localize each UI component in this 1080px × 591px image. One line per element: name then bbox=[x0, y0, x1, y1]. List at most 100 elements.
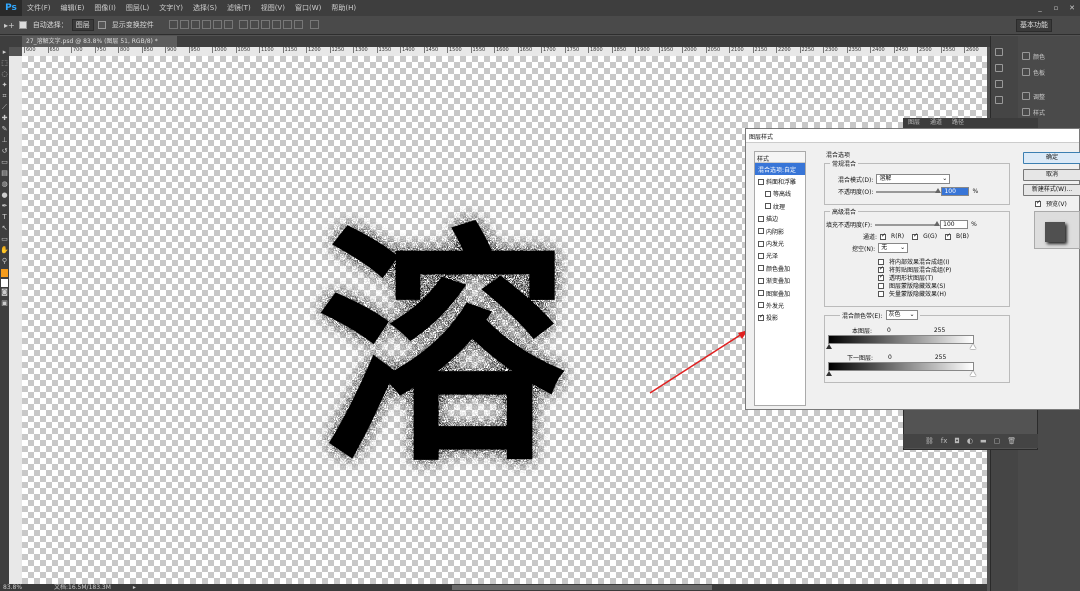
menu-layer[interactable]: 图层(L) bbox=[121, 3, 154, 13]
opacity-slider[interactable] bbox=[876, 187, 942, 193]
style-texture[interactable]: 纹理 bbox=[755, 200, 805, 212]
tab-channels[interactable]: 通道 bbox=[925, 118, 947, 128]
workspace-dropdown[interactable]: 基本功能 bbox=[1016, 19, 1052, 32]
restore-button[interactable]: ▫ bbox=[1048, 0, 1064, 16]
link-layers-icon[interactable]: ⛓ bbox=[925, 437, 934, 445]
eyedropper-icon[interactable]: ⟋ bbox=[0, 102, 9, 113]
style-inner-glow[interactable]: 内发光 bbox=[755, 237, 805, 249]
color-panel[interactable]: 颜色 bbox=[1018, 48, 1080, 64]
foreground-color-swatch[interactable] bbox=[1, 269, 8, 277]
channel-b-checkbox[interactable] bbox=[945, 232, 951, 240]
crop-tool-icon[interactable]: ⌗ bbox=[0, 91, 9, 102]
stroke-checkbox[interactable] bbox=[758, 215, 764, 222]
color-overlay-checkbox[interactable] bbox=[758, 265, 764, 272]
menu-select[interactable]: 选择(S) bbox=[188, 3, 222, 13]
blur-tool-icon[interactable]: ◍ bbox=[0, 179, 9, 190]
move-tool-icon[interactable]: ▸+ bbox=[4, 21, 15, 30]
menu-image[interactable]: 图像(I) bbox=[89, 3, 121, 13]
inner-glow-checkbox[interactable] bbox=[758, 240, 764, 247]
history-brush-icon[interactable]: ↺ bbox=[0, 146, 9, 157]
auto-align-icon[interactable] bbox=[309, 19, 319, 29]
style-drop-shadow[interactable]: 投影 bbox=[755, 312, 805, 324]
fill-opacity-input[interactable]: 100 bbox=[940, 220, 969, 229]
new-layer-icon[interactable]: ▢ bbox=[994, 437, 1001, 445]
this-layer-white-knob[interactable] bbox=[970, 344, 976, 349]
minimize-button[interactable]: _ bbox=[1032, 0, 1048, 16]
gradient-tool-icon[interactable]: ▤ bbox=[0, 168, 9, 179]
drop-shadow-checkbox[interactable] bbox=[758, 313, 764, 321]
character-panel-icon[interactable] bbox=[991, 76, 1018, 92]
new-style-button[interactable]: 新建样式(W)... bbox=[1023, 184, 1080, 196]
fill-opacity-slider-knob[interactable] bbox=[934, 220, 941, 226]
move-tool-icon[interactable]: ▸ bbox=[0, 47, 9, 58]
menu-help[interactable]: 帮助(H) bbox=[326, 3, 361, 13]
opacity-input[interactable]: 100 bbox=[941, 187, 970, 196]
texture-checkbox[interactable] bbox=[765, 203, 771, 210]
cancel-button[interactable]: 取消 bbox=[1023, 169, 1080, 181]
style-color-overlay[interactable]: 颜色叠加 bbox=[755, 262, 805, 274]
screen-mode-icon[interactable]: ▣ bbox=[0, 298, 9, 309]
ok-button[interactable]: 确定 bbox=[1023, 152, 1080, 164]
pattern-overlay-checkbox[interactable] bbox=[758, 290, 764, 297]
delete-layer-icon[interactable]: 🗑 bbox=[1007, 437, 1016, 445]
style-bevel-emboss[interactable]: 斜面和浮雕 bbox=[755, 175, 805, 187]
auto-select-dropdown[interactable]: 图层 bbox=[71, 19, 94, 31]
fill-opacity-slider[interactable] bbox=[875, 220, 941, 226]
magic-wand-icon[interactable]: ✦ bbox=[0, 80, 9, 91]
background-color-swatch[interactable] bbox=[1, 279, 8, 287]
contour-checkbox[interactable] bbox=[765, 190, 771, 197]
distribute-center-icon[interactable] bbox=[283, 19, 293, 29]
channel-r-checkbox[interactable] bbox=[880, 232, 886, 240]
shape-tool-icon[interactable]: ▭ bbox=[0, 234, 9, 245]
lasso-tool-icon[interactable]: ◌ bbox=[0, 69, 9, 80]
inner-shadow-checkbox[interactable] bbox=[758, 228, 764, 235]
fx-icon[interactable]: fx bbox=[941, 437, 948, 445]
auto-select-checkbox[interactable] bbox=[18, 21, 27, 29]
outer-glow-checkbox[interactable] bbox=[758, 302, 764, 309]
align-left-icon[interactable] bbox=[201, 19, 211, 29]
distribute-top-icon[interactable] bbox=[239, 19, 249, 29]
healing-brush-icon[interactable]: ✚ bbox=[0, 113, 9, 124]
style-blending-options[interactable]: 混合选项:自定 bbox=[755, 163, 805, 176]
document-tab[interactable]: 27_溶解文字.psd @ 83.8% (图层 51, RGB/8) * bbox=[22, 36, 177, 47]
blend-mode-select[interactable]: 溶解 ⌄ bbox=[876, 174, 951, 184]
zoom-tool-icon[interactable]: ⚲ bbox=[0, 256, 9, 267]
style-contour[interactable]: 等高线 bbox=[755, 188, 805, 200]
menu-filter[interactable]: 滤镜(T) bbox=[222, 3, 256, 13]
style-pattern-overlay[interactable]: 图案叠加 bbox=[755, 287, 805, 299]
type-tool-icon[interactable]: T bbox=[0, 212, 9, 223]
underlying-gradient[interactable] bbox=[828, 362, 974, 371]
eraser-tool-icon[interactable]: ▭ bbox=[0, 157, 9, 168]
bevel-checkbox[interactable] bbox=[758, 178, 764, 185]
tab-layers[interactable]: 图层 bbox=[903, 118, 925, 128]
add-mask-icon[interactable]: ◘ bbox=[954, 437, 960, 445]
menu-file[interactable]: 文件(F) bbox=[22, 3, 56, 13]
scroll-thumb[interactable] bbox=[452, 585, 712, 590]
style-satin[interactable]: 光泽 bbox=[755, 250, 805, 262]
layer-mask-hides-checkbox[interactable] bbox=[878, 282, 884, 289]
actions-panel-icon[interactable] bbox=[991, 60, 1018, 76]
pen-tool-icon[interactable]: ✒ bbox=[0, 201, 9, 212]
menu-edit[interactable]: 编辑(E) bbox=[56, 3, 90, 13]
paragraph-panel-icon[interactable] bbox=[991, 92, 1018, 108]
distribute-bottom-icon[interactable] bbox=[261, 19, 271, 29]
align-center-icon[interactable] bbox=[212, 19, 222, 29]
swatches-panel[interactable]: 色板 bbox=[1018, 64, 1080, 80]
marquee-tool-icon[interactable]: ⬚ bbox=[0, 58, 9, 69]
style-inner-shadow[interactable]: 内阴影 bbox=[755, 225, 805, 237]
style-gradient-overlay[interactable]: 渐变叠加 bbox=[755, 275, 805, 287]
this-layer-black-knob[interactable] bbox=[826, 344, 832, 349]
stamp-tool-icon[interactable]: ⊥ bbox=[0, 135, 9, 146]
styles-header[interactable]: 样式 bbox=[755, 152, 805, 163]
gradient-overlay-checkbox[interactable] bbox=[758, 277, 764, 284]
align-middle-icon[interactable] bbox=[179, 19, 189, 29]
zoom-level[interactable]: 83.8% bbox=[3, 584, 22, 591]
distribute-left-icon[interactable] bbox=[272, 19, 282, 29]
style-stroke[interactable]: 描边 bbox=[755, 213, 805, 225]
path-select-icon[interactable]: ↖ bbox=[0, 223, 9, 234]
blend-if-select[interactable]: 灰色 ⌄ bbox=[885, 310, 918, 320]
knockout-select[interactable]: 无 ⌄ bbox=[878, 243, 909, 253]
adjustments-panel[interactable]: 调整 bbox=[1018, 88, 1080, 104]
underlying-black-knob[interactable] bbox=[826, 371, 832, 376]
vector-mask-hides-checkbox[interactable] bbox=[878, 290, 884, 297]
